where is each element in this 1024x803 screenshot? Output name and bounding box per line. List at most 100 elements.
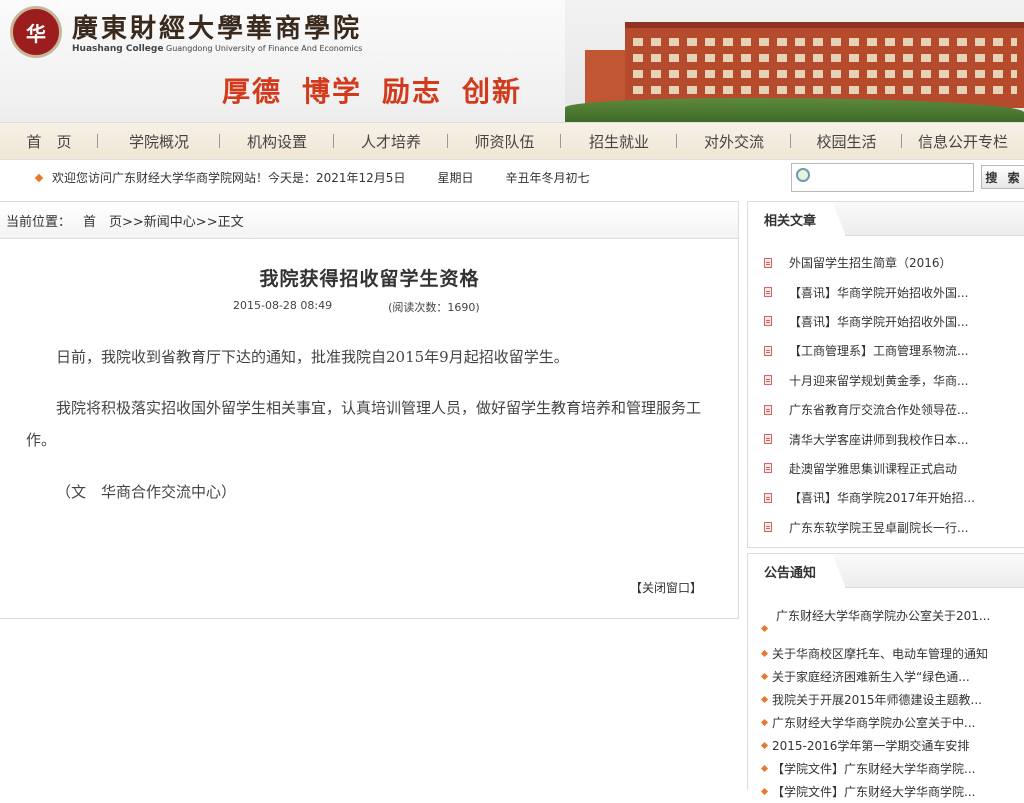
nav-item-departments[interactable]: 机构设置 — [220, 122, 334, 160]
nav-label: 机构设置 — [246, 132, 307, 151]
notice-link[interactable]: 广东财经大学华商学院办公室关于中... — [772, 714, 975, 731]
list-item[interactable]: 赴澳留学雅思集训课程正式启动 — [748, 454, 1024, 483]
nav-item-home[interactable]: 首 页 — [0, 122, 98, 160]
bullet-icon — [34, 173, 44, 182]
list-item[interactable]: 【喜讯】华商学院开始招收外国... — [748, 277, 1024, 306]
article-views: (阅读次数：1690) — [388, 301, 480, 314]
school-name-en: Huashang College Guangdong University of… — [72, 44, 362, 54]
header-banner: 华 廣東財經大學華商學院 Huashang College Guangdong … — [0, 0, 1024, 122]
notice-link[interactable]: 关于华商校区摩托车、电动车管理的通知 — [772, 645, 988, 662]
bullet-icon — [760, 787, 769, 796]
related-link[interactable]: 赴澳留学雅思集训课程正式启动 — [789, 460, 957, 477]
school-name-en-bold: Huashang College — [72, 44, 164, 54]
nav-item-public-info[interactable]: 信息公开专栏 — [902, 122, 1024, 160]
notice-link[interactable]: 【学院文件】广东财经大学华商学院... — [772, 783, 975, 800]
breadcrumb-path[interactable]: 首 页>>新闻中心>>正文 — [83, 211, 244, 230]
notices-list: 广东财经大学华商学院办公室关于201... 关于华商校区摩托车、电动车管理的通知… — [748, 588, 1024, 803]
list-item[interactable]: 外国留学生招生简章（2016） — [748, 248, 1024, 277]
bullet-icon — [760, 672, 769, 681]
school-name: 廣東財經大學華商學院 — [72, 14, 363, 44]
weekday: 星期日 — [437, 171, 474, 185]
article-meta: 2015-08-28 08:49 (阅读次数：1690) — [233, 299, 480, 315]
school-name-en-rest: Guangdong University of Finance And Econ… — [166, 44, 363, 53]
slogan-3: 励志 — [382, 75, 443, 108]
bullet-icon — [760, 718, 769, 727]
list-item[interactable]: 清华大学客座讲师到我校作日本... — [748, 424, 1024, 453]
welcome-message: 欢迎您访问广东财经大学华商学院网站！今天是：2021年12月5日 — [52, 171, 406, 185]
list-item[interactable]: 广东东软学院王昱卓副院长一行... — [748, 513, 1024, 542]
notices-header: 公告通知 — [748, 554, 1024, 588]
list-item[interactable]: 广东财经大学华商学院办公室关于中... — [760, 711, 1024, 734]
nav-label: 首 页 — [26, 132, 72, 151]
article-paragraph: （文 华商合作交流中心） — [56, 483, 237, 501]
search-button[interactable]: 搜 索 — [981, 165, 1024, 189]
article-datetime: 2015-08-28 08:49 — [233, 299, 333, 312]
list-item[interactable]: 【学院文件】广东财经大学华商学院... — [760, 780, 1024, 803]
related-link[interactable]: 外国留学生招生简章（2016） — [789, 254, 952, 271]
list-item[interactable]: 【工商管理系】工商管理系物流... — [748, 336, 1024, 365]
search-icon — [796, 168, 810, 182]
document-icon — [764, 345, 772, 356]
document-icon — [764, 492, 772, 503]
related-list: 外国留学生招生简章（2016） 【喜讯】华商学院开始招收外国... 【喜讯】华商… — [748, 236, 1024, 542]
related-title: 相关文章 — [748, 202, 846, 236]
search-input[interactable] — [791, 163, 974, 192]
notices-panel: 公告通知 广东财经大学华商学院办公室关于201... 关于华商校区摩托车、电动车… — [747, 553, 1024, 799]
related-link[interactable]: 十月迎来留学规划黄金季，华商... — [789, 372, 968, 389]
nav-label: 信息公开专栏 — [917, 132, 1008, 151]
nav-label: 学院概况 — [128, 132, 189, 151]
close-window-link[interactable]: 【关闭窗口】 — [630, 579, 702, 596]
nav-item-faculty[interactable]: 师资队伍 — [448, 122, 561, 160]
list-item[interactable]: 我院关于开展2015年师德建设主题教... — [760, 688, 1024, 711]
notice-link[interactable]: 2015-2016学年第一学期交通车安排 — [772, 737, 969, 754]
related-link[interactable]: 清华大学客座讲师到我校作日本... — [789, 431, 968, 448]
nav-label: 校园生活 — [816, 132, 877, 151]
slogan-2: 博学 — [302, 75, 363, 108]
nav-label: 师资队伍 — [474, 132, 535, 151]
list-item[interactable]: 广东财经大学华商学院办公室关于201... — [760, 596, 1024, 642]
bullet-icon — [760, 741, 769, 750]
document-icon — [764, 287, 772, 298]
article-paragraph: 日前，我院收到省教育厅下达的通知，批准我院自2015年9月起招收留学生。 — [56, 348, 569, 366]
nav-item-admissions[interactable]: 招生就业 — [561, 122, 677, 160]
article-title: 我院获得招收留学生资格 — [259, 268, 480, 290]
related-link[interactable]: 【喜讯】华商学院开始招收外国... — [789, 284, 968, 301]
slogan: 厚德 博学 励志 创新 — [222, 70, 542, 110]
breadcrumb-label: 当前位置： — [6, 214, 72, 230]
list-item[interactable]: 广东省教育厅交流合作处领导莅... — [748, 395, 1024, 424]
document-icon — [764, 463, 772, 474]
nav-label: 人才培养 — [360, 132, 421, 151]
nav-item-campus-life[interactable]: 校园生活 — [791, 122, 902, 160]
nav-item-overview[interactable]: 学院概况 — [98, 122, 220, 160]
list-item[interactable]: 【学院文件】广东财经大学华商学院... — [760, 757, 1024, 780]
list-item[interactable]: 十月迎来留学规划黄金季，华商... — [748, 366, 1024, 395]
slogan-4: 创新 — [462, 75, 523, 108]
related-articles-panel: 相关文章 外国留学生招生简章（2016） 【喜讯】华商学院开始招收外国... 【… — [747, 201, 1024, 548]
lunar-date: 辛丑年冬月初七 — [505, 171, 590, 185]
notice-link[interactable]: 关于家庭经济困难新生入学“绿色通... — [772, 668, 970, 685]
related-link[interactable]: 【喜讯】华商学院开始招收外国... — [789, 313, 968, 330]
list-item[interactable]: 关于家庭经济困难新生入学“绿色通... — [760, 665, 1024, 688]
related-link[interactable]: 广东东软学院王昱卓副院长一行... — [789, 519, 968, 536]
college-logo-icon[interactable]: 华 — [10, 6, 62, 58]
main-nav: 首 页 学院概况 机构设置 人才培养 师资队伍 招生就业 对外交流 校园生活 信… — [0, 122, 1024, 160]
list-item[interactable]: 【喜讯】华商学院开始招收外国... — [748, 307, 1024, 336]
list-item[interactable]: 关于华商校区摩托车、电动车管理的通知 — [760, 642, 1024, 665]
bullet-icon — [760, 695, 769, 704]
nav-item-education[interactable]: 人才培养 — [334, 122, 448, 160]
document-icon — [764, 257, 772, 268]
list-item[interactable]: 2015-2016学年第一学期交通车安排 — [760, 734, 1024, 757]
document-icon — [764, 316, 772, 327]
slogan-1: 厚德 — [222, 75, 283, 108]
related-link[interactable]: 【工商管理系】工商管理系物流... — [789, 342, 968, 359]
welcome-text: 欢迎您访问广东财经大学华商学院网站！今天是：2021年12月5日 星期日 辛丑年… — [34, 169, 590, 186]
notice-link[interactable]: 我院关于开展2015年师德建设主题教... — [772, 691, 982, 708]
notice-link[interactable]: 【学院文件】广东财经大学华商学院... — [772, 760, 975, 777]
nav-item-exchange[interactable]: 对外交流 — [677, 122, 791, 160]
notice-link[interactable]: 广东财经大学华商学院办公室关于201... — [762, 607, 990, 624]
list-item[interactable]: 【喜讯】华商学院2017年开始招... — [748, 483, 1024, 512]
related-link[interactable]: 【喜讯】华商学院2017年开始招... — [789, 489, 975, 506]
nav-label: 对外交流 — [703, 132, 764, 151]
related-link[interactable]: 广东省教育厅交流合作处领导莅... — [789, 401, 968, 418]
related-header: 相关文章 — [748, 202, 1024, 236]
